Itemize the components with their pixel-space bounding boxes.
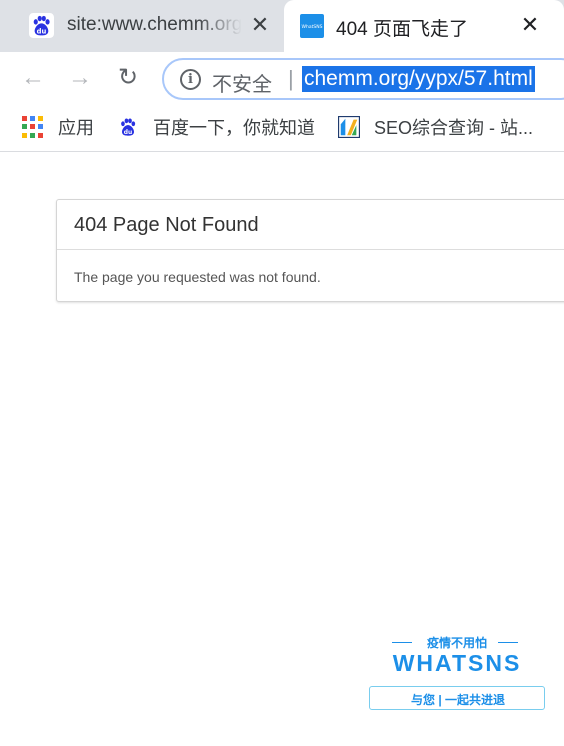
svg-text:WhatSNS: WhatSNS [302,24,323,30]
address-bar[interactable]: i 不安全 | chemm.org/yypx/57.html [162,58,564,100]
whatsns-favicon: WhatSNS [300,14,324,38]
back-arrow-icon[interactable]: ← [17,62,49,94]
bookmark-label: 百度一下，你就知道 [153,118,315,138]
bookmarks-bar: 应用 du 百度一下，你就知道 SEO综合查询 - 站... [0,104,564,152]
bookmark-apps[interactable]: 应用 [22,114,94,140]
watermark-tagline: 疫情不用怕 [426,636,487,650]
baidu-paw-icon: du [121,118,136,136]
tab-404-page[interactable]: WhatSNS 404 页面飞走了 ✕ [284,0,564,52]
seo-chart-icon [338,116,360,138]
url-text[interactable]: chemm.org/yypx/57.html [302,66,535,92]
browser-toolbar: ← → ↻ i 不安全 | chemm.org/yypx/57.html [0,52,564,104]
svg-text:du: du [37,27,47,35]
divider [498,642,518,643]
tab-site-search[interactable]: du site:www.chemm.org ✕ [12,0,284,52]
error-panel: 404 Page Not Found The page you requeste… [56,199,564,302]
tab-title: 404 页面飞走了 [336,19,468,40]
apps-grid-icon [22,116,44,138]
bookmark-label: 应用 [58,118,94,138]
error-message: The page you requested was not found. [74,269,321,285]
tab-strip: du site:www.chemm.org ✕ WhatSNS 404 页面飞走… [0,0,564,52]
bookmark-baidu[interactable]: du 百度一下，你就知道 [117,114,315,140]
whatsns-watermark: 疫情不用怕 WHATSNS 与您 | 一起共进退 [366,632,548,714]
info-icon[interactable]: i [180,69,201,90]
baidu-paw-icon: du [29,13,54,38]
watermark-brand: WHATSNS [392,650,522,676]
forward-arrow-icon[interactable]: → [64,62,96,94]
security-status-label[interactable]: 不安全 [212,68,272,97]
tab-title-fade [197,10,242,42]
close-tab-icon[interactable]: ✕ [516,11,544,39]
svg-text:du: du [124,129,132,136]
close-tab-icon[interactable]: ✕ [246,11,274,39]
watermark-slogan-box: 与您 | 一起共进退 [369,686,545,710]
error-heading: 404 Page Not Found [57,200,564,250]
bookmark-label: SEO综合查询 - 站... [374,118,534,138]
reload-icon[interactable]: ↻ [112,62,144,94]
url-separator: | [288,66,294,91]
watermark-slogan: 与您 | 一起共进退 [410,693,506,707]
bookmark-seo[interactable]: SEO综合查询 - 站... [338,114,533,140]
